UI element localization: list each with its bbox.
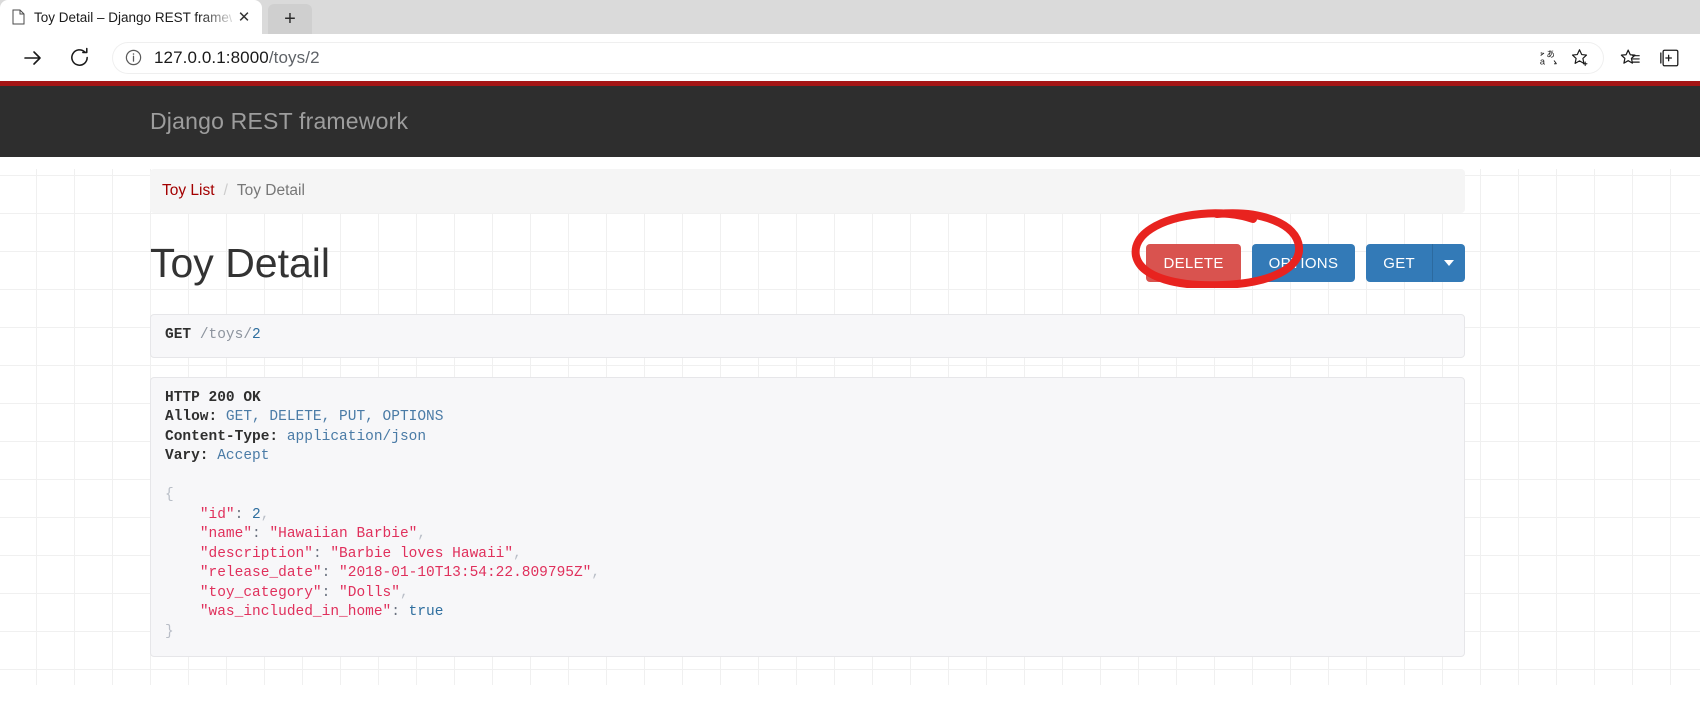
- svg-text:あ: あ: [1547, 49, 1555, 59]
- header-value-allow: GET, DELETE, PUT, OPTIONS: [217, 409, 444, 425]
- page-body: Django REST framework Toy List / Toy Det…: [0, 86, 1700, 685]
- browser-tab[interactable]: Toy Detail – Django REST framew ✕: [0, 0, 262, 34]
- json-value-name: "Hawaiian Barbie": [269, 526, 418, 542]
- json-colon: :: [312, 545, 322, 562]
- json-key-release-date: "release_date": [199, 565, 322, 581]
- breadcrumb-item-toy-list[interactable]: Toy List: [162, 182, 215, 200]
- json-value-was-included-in-home: true: [408, 604, 444, 620]
- url-text[interactable]: 127.0.0.1:8000/toys/2: [146, 48, 1534, 68]
- json-key-toy-category: "toy_category": [199, 584, 322, 601]
- json-value-id: 2: [252, 506, 261, 523]
- translate-icon[interactable]: a あ: [1534, 44, 1564, 72]
- request-panel: GET /toys/2: [150, 314, 1465, 358]
- json-comma: ,: [513, 545, 522, 562]
- breadcrumb-item-toy-detail: Toy Detail: [236, 182, 305, 199]
- content-container: Toy List / Toy Detail Toy Detail DELETE …: [150, 169, 1465, 685]
- header-value-vary: Accept: [208, 448, 270, 464]
- json-comma: ,: [591, 565, 601, 581]
- add-favorite-icon[interactable]: [1564, 44, 1594, 72]
- response-panel: HTTP 200 OK Allow: GET, DELETE, PUT, OPT…: [150, 376, 1465, 657]
- json-value-release-date: "2018-01-10T13:54:22.809795Z": [339, 565, 592, 581]
- page-header-row: Toy Detail DELETE OPTIONS GET: [150, 209, 1465, 295]
- get-button[interactable]: GET: [1366, 244, 1432, 282]
- action-buttons: DELETE OPTIONS GET: [1146, 244, 1465, 282]
- close-icon[interactable]: ✕: [234, 7, 254, 27]
- response-status: HTTP 200 OK: [165, 389, 261, 406]
- json-key-name: "name": [199, 526, 253, 542]
- json-key-id: "id": [199, 506, 235, 523]
- breadcrumb-separator: /: [223, 182, 228, 199]
- tab-strip: Toy Detail – Django REST framew ✕ +: [0, 0, 1700, 34]
- json-colon: :: [321, 565, 331, 581]
- get-button-group: GET: [1366, 244, 1465, 282]
- json-value-toy-category: "Dolls": [339, 584, 400, 601]
- header-name-content-type: Content-Type:: [165, 428, 279, 445]
- json-key-description: "description": [199, 545, 313, 562]
- get-dropdown-button[interactable]: [1432, 244, 1465, 282]
- request-path: /toys/: [199, 327, 253, 343]
- header-value-content-type: application/json: [278, 428, 427, 445]
- address-bar[interactable]: 127.0.0.1:8000/toys/2 a あ: [112, 41, 1604, 74]
- json-close-brace: }: [165, 623, 174, 640]
- reload-icon[interactable]: [60, 39, 98, 77]
- site-brand[interactable]: Django REST framework: [150, 108, 408, 135]
- new-tab-button[interactable]: +: [268, 4, 312, 34]
- header-name-vary: Vary:: [165, 448, 209, 464]
- browser-chrome: Toy Detail – Django REST framew ✕ + 127.…: [0, 0, 1700, 86]
- collections-icon[interactable]: [1650, 39, 1690, 77]
- request-id: 2: [252, 327, 261, 343]
- json-comma: ,: [417, 526, 427, 542]
- svg-text:a: a: [1540, 56, 1546, 66]
- json-comma: ,: [260, 506, 270, 523]
- site-header: Django REST framework: [0, 86, 1700, 157]
- delete-button[interactable]: DELETE: [1146, 244, 1241, 282]
- favorites-icon[interactable]: [1610, 39, 1650, 77]
- options-button[interactable]: OPTIONS: [1251, 244, 1356, 282]
- request-method: GET: [165, 327, 192, 343]
- page-content: Toy List / Toy Detail Toy Detail DELETE …: [0, 169, 1700, 685]
- json-value-description: "Barbie loves Hawaii": [330, 545, 514, 562]
- json-comma: ,: [399, 584, 409, 601]
- tab-title: Toy Detail – Django REST framew: [34, 9, 232, 25]
- chevron-down-icon: [1444, 260, 1454, 266]
- navigation-bar: 127.0.0.1:8000/toys/2 a あ: [0, 34, 1700, 81]
- url-path: /toys/2: [268, 47, 320, 67]
- url-host: 127.0.0.1:8000: [154, 47, 269, 67]
- header-name-allow: Allow:: [165, 409, 218, 425]
- forward-icon[interactable]: [14, 39, 52, 77]
- json-key-was-included-in-home: "was_included_in_home": [199, 604, 392, 620]
- json-colon: :: [391, 604, 400, 620]
- json-colon: :: [321, 584, 331, 601]
- site-info-icon[interactable]: [120, 45, 146, 71]
- json-colon: :: [252, 526, 261, 542]
- json-open-brace: {: [165, 487, 174, 503]
- breadcrumb: Toy List / Toy Detail: [150, 169, 1465, 213]
- json-colon: :: [234, 506, 244, 523]
- page-icon: [10, 9, 26, 25]
- page-title: Toy Detail: [150, 239, 331, 286]
